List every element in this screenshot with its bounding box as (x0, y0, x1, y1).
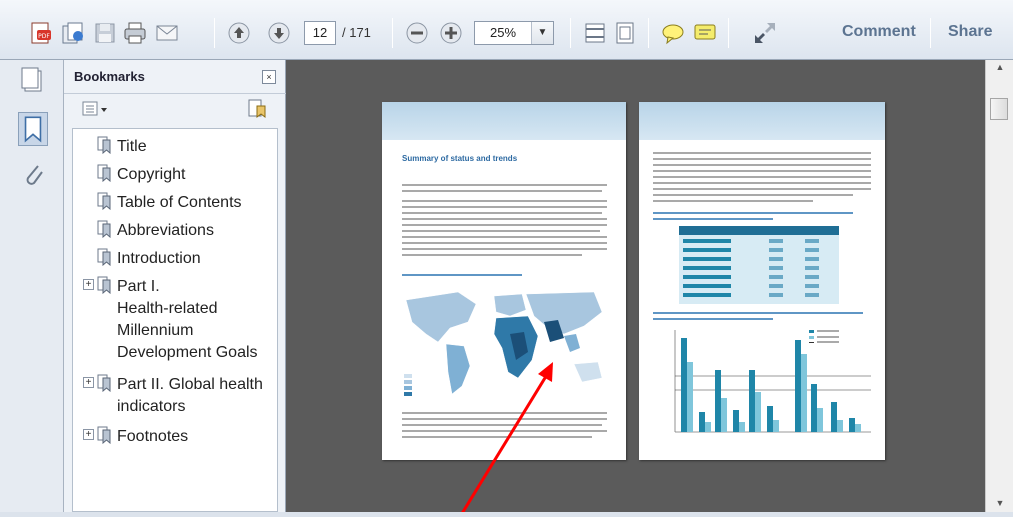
vertical-scrollbar[interactable]: ▲ ▼ (985, 60, 1013, 512)
panel-options-button[interactable]: × (262, 70, 276, 84)
bookmark-label: Introduction (117, 250, 201, 267)
full-screen-icon[interactable] (752, 20, 778, 46)
scroll-up-icon[interactable]: ▲ (994, 62, 1006, 72)
bookmark-label: Development Goals (117, 344, 258, 361)
bookmark-abbreviations[interactable]: Abbreviations (73, 219, 277, 243)
toolbar-separator (648, 18, 649, 48)
save-icon[interactable] (92, 20, 118, 46)
fit-width-icon[interactable] (582, 20, 608, 46)
bookmark-label: Title (117, 138, 147, 155)
bookmark-icon (97, 136, 111, 154)
expand-toggle[interactable]: + (83, 279, 94, 290)
bookmarks-panel: Bookmarks × Title Copyright Table of Con… (64, 60, 286, 512)
bookmarks-header: Bookmarks × (64, 60, 286, 94)
bookmark-label: Part I. (117, 278, 160, 295)
bookmark-icon (97, 220, 111, 238)
toolbar-separator (570, 18, 571, 48)
acrobat-window: PDF 12 / 171 25% ▼ Comment Share Bookmar… (0, 0, 1013, 517)
bookmark-label: Abbreviations (117, 222, 214, 239)
fit-page-icon[interactable] (612, 20, 638, 46)
bookmark-icon (97, 426, 111, 444)
zoom-value: 25% (489, 25, 517, 40)
comment-button[interactable]: Comment (842, 23, 916, 41)
combine-files-icon[interactable] (60, 20, 86, 46)
zoom-select[interactable]: 25% ▼ (474, 21, 554, 45)
options-menu-icon[interactable] (82, 100, 110, 118)
bookmarks-toolbar (64, 94, 286, 124)
expand-toggle[interactable]: + (83, 429, 94, 440)
toolbar-separator (392, 18, 393, 48)
bookmarks-panel-icon[interactable] (18, 112, 48, 146)
bookmarks-tree: Title Copyright Table of Contents Abbrev… (72, 128, 278, 512)
attachments-icon[interactable] (20, 160, 46, 190)
sticky-note-icon[interactable] (660, 20, 686, 46)
bookmark-label: Footnotes (117, 428, 189, 445)
bookmark-icon (97, 276, 111, 294)
bookmark-icon (97, 248, 111, 266)
bookmark-part-1[interactable]: + Part I. Health-related Millennium Deve… (73, 275, 277, 369)
new-bookmark-icon[interactable] (246, 98, 268, 120)
bookmark-label: indicators (117, 398, 186, 415)
create-pdf-icon[interactable]: PDF (28, 20, 54, 46)
chevron-down-icon[interactable]: ▼ (531, 22, 553, 44)
toolbar-separator (728, 18, 729, 48)
navigation-rail (0, 60, 64, 512)
scroll-down-icon[interactable]: ▼ (994, 498, 1006, 508)
print-icon[interactable] (122, 20, 148, 46)
bookmark-label: Table of Contents (117, 194, 242, 211)
share-button[interactable]: Share (948, 23, 992, 41)
previous-page-icon[interactable] (226, 20, 252, 46)
bookmark-icon (97, 164, 111, 182)
page-total-label: / 171 (342, 25, 371, 40)
bookmark-icon (97, 192, 111, 210)
annotation-arrow (461, 362, 553, 512)
page-thumbnails-icon[interactable] (20, 66, 46, 96)
bookmark-title[interactable]: Title (73, 135, 277, 159)
bookmark-label: Health-related (117, 300, 218, 317)
zoom-out-icon[interactable] (404, 20, 430, 46)
bookmark-part-2[interactable]: + Part II. Global health indicators (73, 373, 277, 421)
bookmark-introduction[interactable]: Introduction (73, 247, 277, 271)
bookmark-copyright[interactable]: Copyright (73, 163, 277, 187)
expand-toggle[interactable]: + (83, 377, 94, 388)
bookmarks-title: Bookmarks (74, 69, 145, 84)
toolbar-separator (214, 18, 215, 48)
scroll-thumb[interactable] (990, 98, 1008, 120)
highlight-icon[interactable] (692, 20, 718, 46)
toolbar-separator (930, 18, 931, 48)
document-view[interactable]: Summary of status and trends (286, 60, 985, 512)
bookmark-label: Copyright (117, 166, 186, 183)
email-icon[interactable] (154, 20, 180, 46)
bookmark-footnotes[interactable]: + Footnotes (73, 425, 277, 449)
bookmark-table-of-contents[interactable]: Table of Contents (73, 191, 277, 215)
next-page-icon[interactable] (266, 20, 292, 46)
bookmark-label: Part II. Global health (117, 376, 263, 393)
zoom-in-icon[interactable] (438, 20, 464, 46)
page-number-input[interactable]: 12 (304, 21, 336, 45)
status-strip (0, 512, 1013, 517)
toolbar: PDF 12 / 171 25% ▼ Comment Share (0, 0, 1013, 60)
bookmark-icon (97, 374, 111, 392)
bookmark-label: Millennium (117, 322, 194, 339)
svg-text:PDF: PDF (38, 33, 50, 40)
